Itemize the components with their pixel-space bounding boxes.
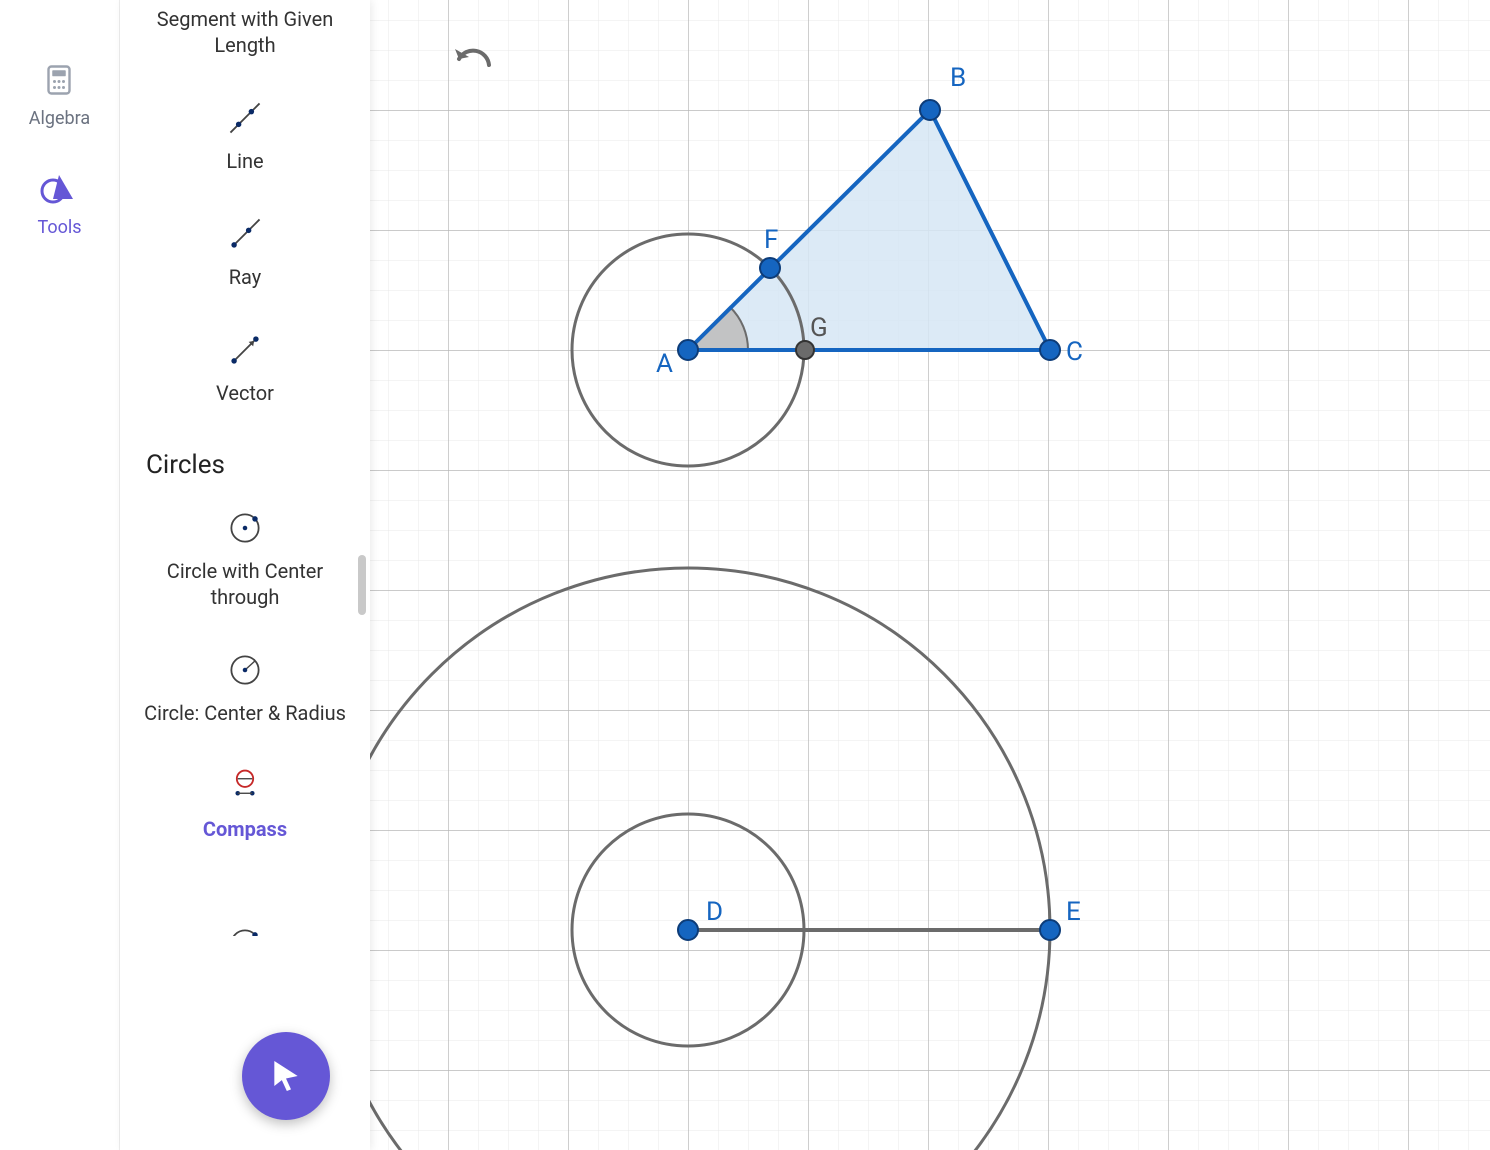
tool-next-partial[interactable] (140, 922, 350, 936)
pointer-icon (266, 1056, 306, 1096)
rail-tools[interactable]: Tools (37, 169, 81, 238)
tool-line[interactable]: Line (140, 98, 350, 174)
rail-tools-label: Tools (37, 217, 81, 238)
circle-through-icon (225, 508, 265, 548)
point-a[interactable] (678, 340, 698, 360)
label-e: E (1066, 897, 1081, 927)
point-d[interactable] (678, 920, 698, 940)
panel-scrollbar[interactable] (358, 555, 366, 615)
point-f[interactable] (760, 258, 780, 278)
pointer-fab[interactable] (242, 1032, 330, 1120)
compass-icon (225, 766, 265, 806)
point-e[interactable] (1040, 920, 1060, 940)
tool-label: Line (226, 148, 263, 174)
tool-circle-center-radius[interactable]: Circle: Center & Radius (140, 650, 350, 726)
tool-label: Circle: Center & Radius (144, 700, 346, 726)
label-c: C (1066, 337, 1083, 367)
label-f: F (764, 225, 778, 255)
tool-label: Compass (203, 816, 287, 842)
vector-icon (225, 330, 265, 370)
tool-label: Circle with Center through (140, 558, 350, 610)
tool-segment-given-length[interactable]: Segment with Given Length (140, 6, 350, 58)
section-circles: Circles (146, 450, 225, 480)
tool-label: Ray (229, 264, 262, 290)
point-b[interactable] (920, 100, 940, 120)
tool-ray[interactable]: Ray (140, 214, 350, 290)
rail-algebra[interactable]: Algebra (29, 60, 90, 129)
label-b: B (950, 63, 966, 93)
point-c[interactable] (1040, 340, 1060, 360)
tool-label: Vector (216, 380, 274, 406)
line-icon (225, 98, 265, 138)
label-g: G (810, 313, 828, 343)
shapes-icon (39, 169, 79, 209)
circle-radius-icon (225, 650, 265, 690)
tool-vector[interactable]: Vector (140, 330, 350, 406)
tool-label: Segment with Given Length (140, 6, 350, 58)
label-a: A (656, 349, 673, 379)
left-rail: Algebra Tools (0, 0, 120, 1150)
tool-compass[interactable]: Compass (140, 766, 350, 842)
semicircle-icon (225, 922, 265, 936)
label-d: D (706, 897, 723, 927)
ray-icon (225, 214, 265, 254)
tools-panel: Segment with Given Length Line R (120, 0, 370, 1150)
geometry-canvas[interactable]: A B C F G D E (370, 0, 1490, 1150)
point-g[interactable] (796, 341, 814, 359)
calculator-icon (39, 60, 79, 100)
rail-algebra-label: Algebra (29, 108, 90, 129)
tool-circle-center-through[interactable]: Circle with Center through (140, 508, 350, 610)
